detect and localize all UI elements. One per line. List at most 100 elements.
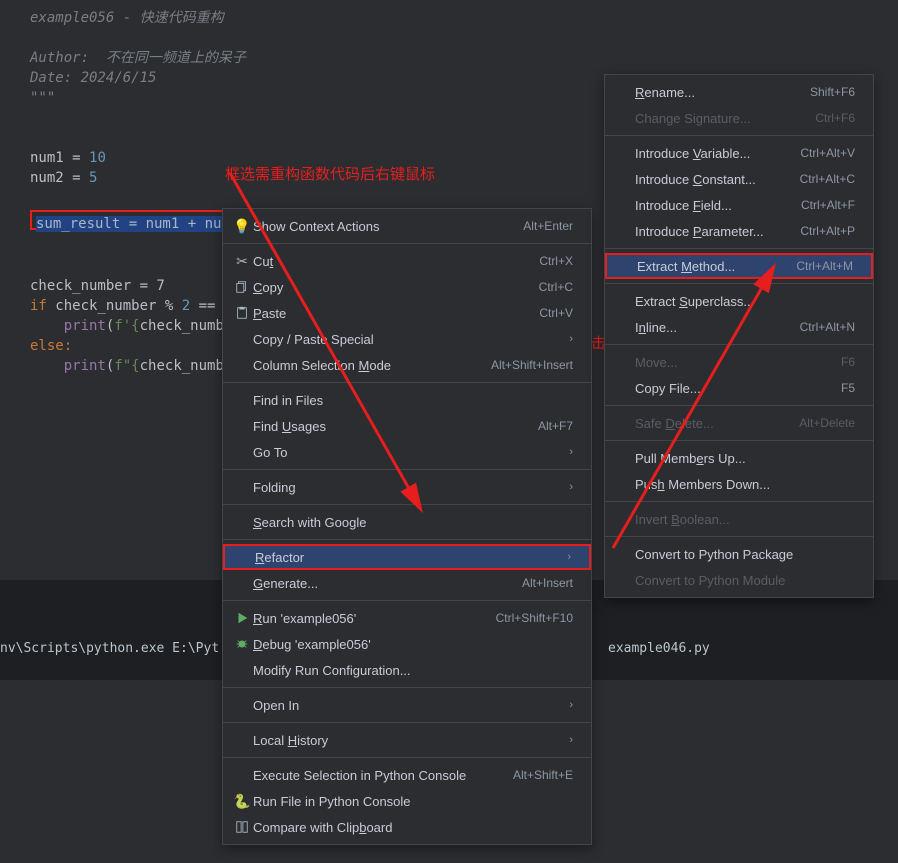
menu-separator [223, 687, 591, 688]
menu-shortcut: Alt+Enter [523, 219, 573, 233]
menu-shortcut: Ctrl+C [539, 280, 573, 294]
chevron-right-icon: › [567, 551, 571, 563]
chevron-right-icon: › [569, 333, 573, 345]
menu-item-rename[interactable]: Rename... Shift+F6 [605, 79, 873, 105]
menu-item-label: Pull Members Up... [635, 451, 855, 466]
menu-separator [605, 344, 873, 345]
menu-item-extract-superclass[interactable]: Extract Superclass... [605, 288, 873, 314]
menu-shortcut: F5 [841, 381, 855, 395]
menu-separator [605, 536, 873, 537]
code-text: 5 [89, 170, 97, 186]
diff-icon [231, 820, 253, 834]
menu-item-copy[interactable]: CopyCtrl+C [223, 274, 591, 300]
context-menu-primary[interactable]: 💡Show Context Actions Alt+Enter ✂CutCtrl+X… [222, 208, 592, 845]
menu-shortcut: Ctrl+Alt+M [796, 259, 853, 273]
menu-item-label: Introduce Field... [635, 198, 781, 213]
selected-code[interactable]: sum_result = num1 + num2 [30, 210, 244, 230]
paste-icon [231, 306, 253, 320]
context-menu-refactor[interactable]: Rename... Shift+F6 Change Signature... Ctrl… [604, 74, 874, 598]
menu-shortcut: Ctrl+V [539, 306, 573, 320]
code-text: num1 [30, 150, 64, 166]
play-icon [231, 611, 253, 625]
menu-separator [605, 440, 873, 441]
menu-item-generate[interactable]: Generate...Alt+Insert [223, 570, 591, 596]
menu-item-label: Inline... [635, 320, 780, 335]
menu-item-introduce-variable[interactable]: Introduce Variable...Ctrl+Alt+V [605, 140, 873, 166]
menu-item-label: Safe Delete... [635, 416, 779, 431]
menu-item-label: Change Signature... [635, 111, 795, 126]
menu-item-copy-paste-special[interactable]: Copy / Paste Special› [223, 326, 591, 352]
menu-item-label: Convert to Python Package [635, 547, 855, 562]
menu-item-label: Modify Run Configuration... [253, 663, 573, 678]
menu-item-extract-method[interactable]: Extract Method... Ctrl+Alt+M [605, 253, 873, 279]
menu-item-label: Go To [253, 445, 569, 460]
code-text: 10 [89, 150, 106, 166]
menu-item-inline[interactable]: Inline...Ctrl+Alt+N [605, 314, 873, 340]
menu-item-paste[interactable]: Paste Ctrl+V [223, 300, 591, 326]
menu-item-label: Column Selection Mode [253, 358, 471, 373]
menu-item-execute-selection-in-python-console[interactable]: Execute Selection in Python ConsoleAlt+S… [223, 762, 591, 788]
menu-item-go-to[interactable]: Go To› [223, 439, 591, 465]
menu-item-show-context-actions[interactable]: 💡Show Context Actions Alt+Enter [223, 213, 591, 239]
menu-item-find-in-files[interactable]: Find in Files [223, 387, 591, 413]
menu-item-open-in[interactable]: Open In› [223, 692, 591, 718]
bug-icon [231, 637, 253, 651]
menu-separator [223, 722, 591, 723]
menu-shortcut: Shift+F6 [810, 85, 855, 99]
chevron-right-icon: › [569, 699, 573, 711]
menu-item-label: Copy File... [635, 381, 821, 396]
menu-item-label: Introduce Constant... [635, 172, 780, 187]
menu-item-label: Copy / Paste Special [253, 332, 569, 347]
menu-item-refactor[interactable]: Refactor› [223, 544, 591, 570]
scissors-icon: ✂ [231, 253, 253, 270]
menu-item-convert-to-python-module: Convert to Python Module [605, 567, 873, 593]
menu-item-label: Paste [253, 306, 519, 321]
menu-item-run-example056[interactable]: Run 'example056'Ctrl+Shift+F10 [223, 605, 591, 631]
menu-shortcut: Alt+Delete [799, 416, 855, 430]
menu-shortcut: Ctrl+Alt+V [800, 146, 855, 160]
menu-item-modify-run-configuration[interactable]: Modify Run Configuration... [223, 657, 591, 683]
menu-item-pull-members-up[interactable]: Pull Members Up... [605, 445, 873, 471]
menu-item-label: Introduce Parameter... [635, 224, 780, 239]
menu-item-label: Execute Selection in Python Console [253, 768, 493, 783]
menu-item-convert-to-python-package[interactable]: Convert to Python Package [605, 541, 873, 567]
menu-item-label: Rename... [635, 85, 790, 100]
chevron-right-icon: › [569, 734, 573, 746]
menu-item-debug-example056[interactable]: Debug 'example056' [223, 631, 591, 657]
menu-item-search-with-google[interactable]: Search with Google [223, 509, 591, 535]
bulb-icon: 💡 [231, 218, 253, 235]
copy-icon [231, 280, 253, 294]
menu-item-copy-file[interactable]: Copy File... F5 [605, 375, 873, 401]
menu-shortcut: Alt+Shift+Insert [491, 358, 573, 372]
menu-item-introduce-field[interactable]: Introduce Field...Ctrl+Alt+F [605, 192, 873, 218]
menu-separator [223, 469, 591, 470]
menu-item-label: Show Context Actions [253, 219, 503, 234]
menu-item-find-usages[interactable]: Find UsagesAlt+F7 [223, 413, 591, 439]
menu-item-cut[interactable]: ✂CutCtrl+X [223, 248, 591, 274]
menu-item-introduce-parameter[interactable]: Introduce Parameter...Ctrl+Alt+P [605, 218, 873, 244]
menu-item-move: Move...F6 [605, 349, 873, 375]
menu-item-label: Extract Method... [637, 259, 776, 274]
menu-item-label: Push Members Down... [635, 477, 855, 492]
menu-item-introduce-constant[interactable]: Introduce Constant... Ctrl+Alt+C [605, 166, 873, 192]
chevron-right-icon: › [569, 446, 573, 458]
menu-shortcut: Ctrl+Alt+C [800, 172, 855, 186]
menu-item-column-selection-mode[interactable]: Column Selection Mode Alt+Shift+Insert [223, 352, 591, 378]
menu-item-invert-boolean: Invert Boolean... [605, 506, 873, 532]
menu-separator [223, 600, 591, 601]
menu-item-push-members-down[interactable]: Push Members Down... [605, 471, 873, 497]
code-text: num2 [30, 170, 64, 186]
menu-shortcut: Alt+Insert [522, 576, 573, 590]
menu-item-label: Open In [253, 698, 569, 713]
menu-item-label: Run File in Python Console [253, 794, 573, 809]
menu-item-local-history[interactable]: Local History› [223, 727, 591, 753]
menu-item-label: Find Usages [253, 419, 518, 434]
menu-item-label: Move... [635, 355, 821, 370]
menu-item-label: Refactor [255, 550, 567, 565]
menu-shortcut: Ctrl+F6 [815, 111, 855, 125]
menu-item-run-file-in-python-console[interactable]: 🐍Run File in Python Console [223, 788, 591, 814]
menu-item-label: Folding [253, 480, 569, 495]
menu-item-label: Extract Superclass... [635, 294, 855, 309]
menu-item-folding[interactable]: Folding› [223, 474, 591, 500]
menu-item-compare-with-clipboard[interactable]: Compare with Clipboard [223, 814, 591, 840]
